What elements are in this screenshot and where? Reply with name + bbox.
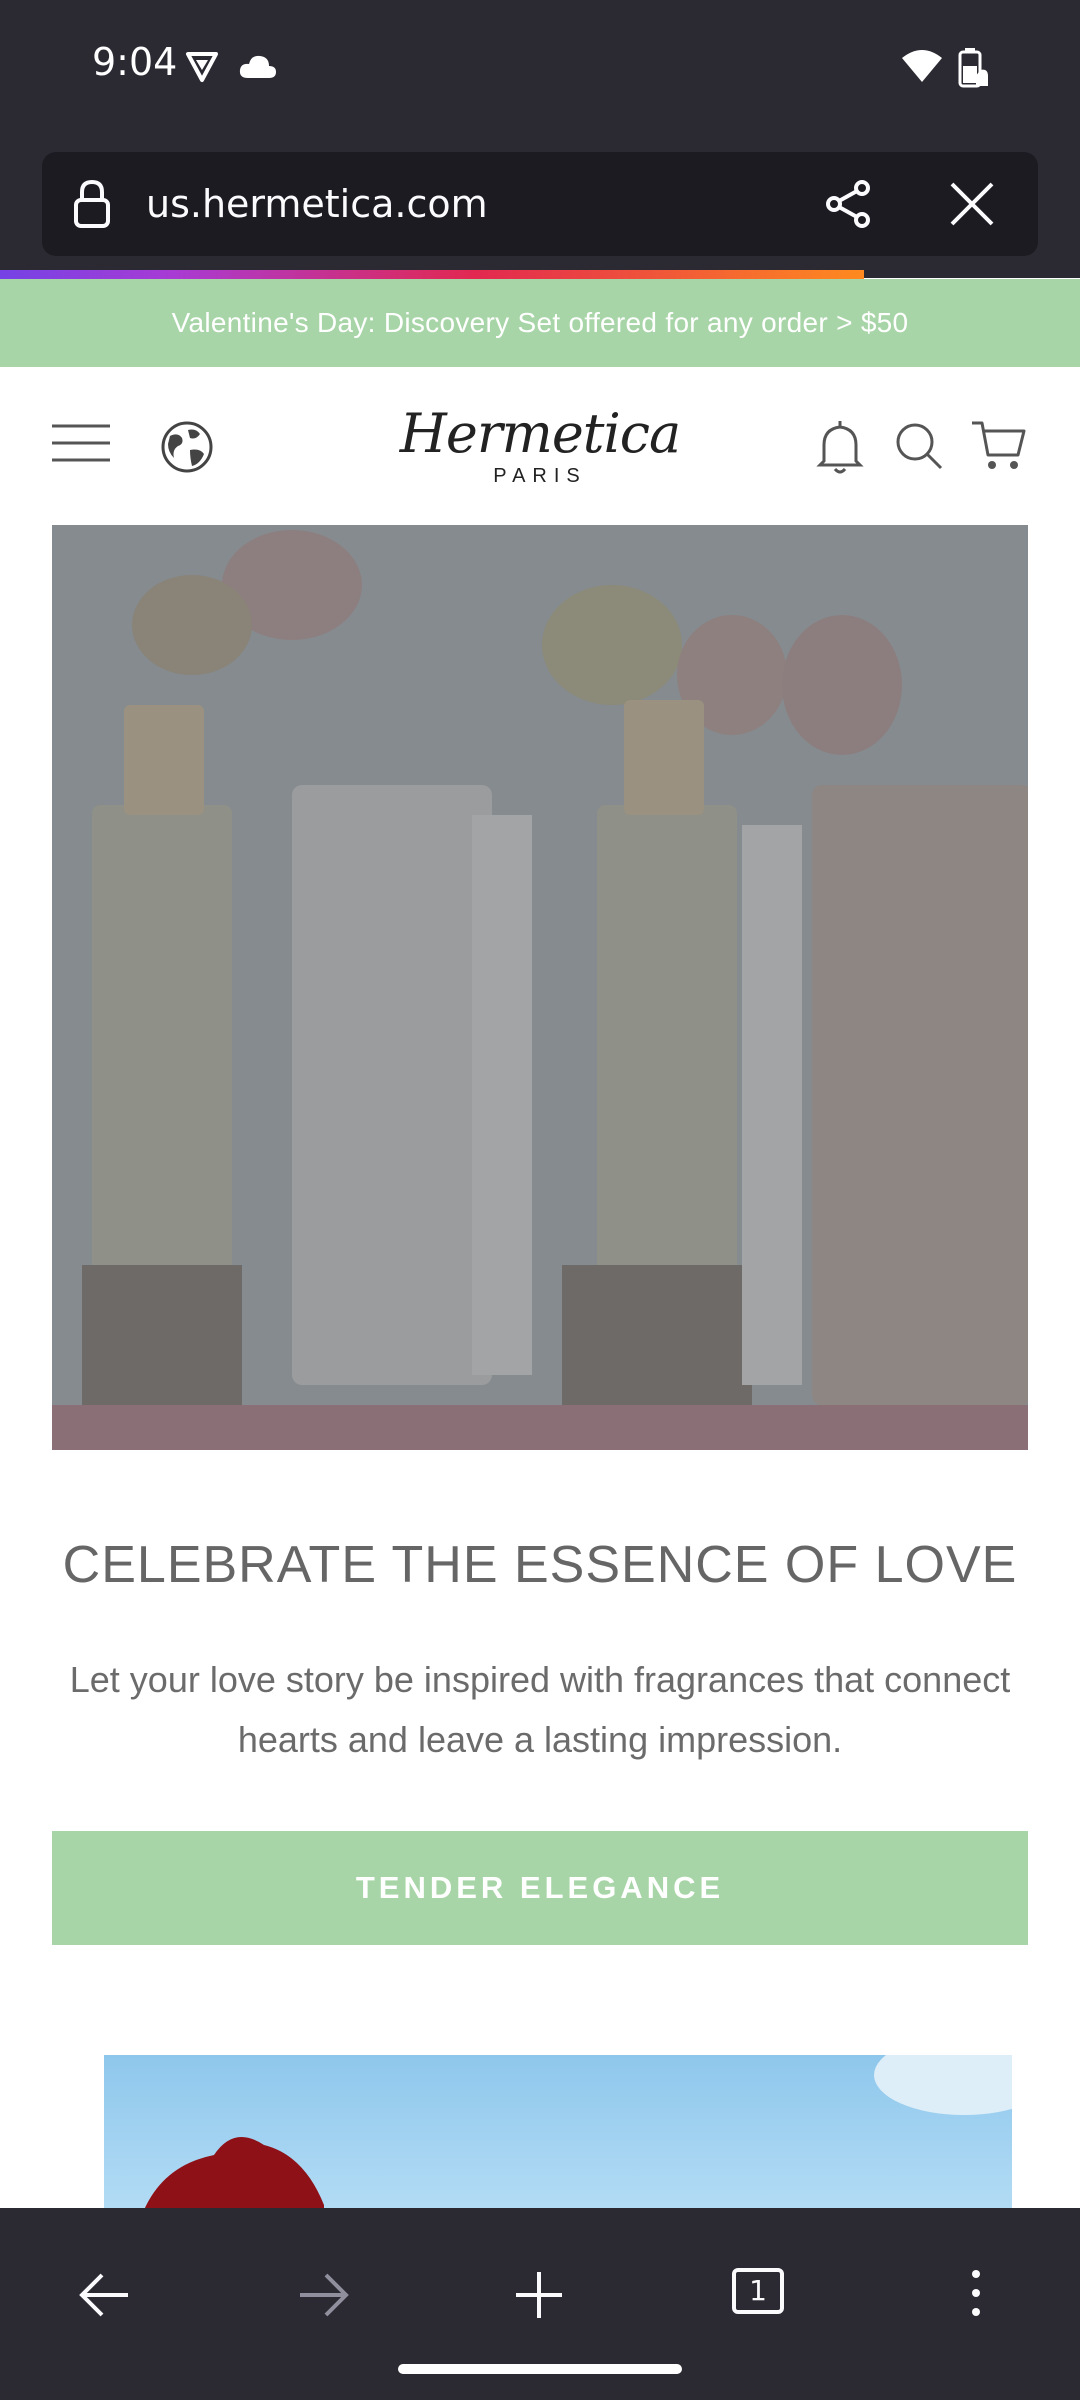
status-time: 9:04 [92, 40, 178, 84]
bell-icon[interactable] [816, 419, 864, 475]
share-icon[interactable] [822, 178, 874, 230]
hero-image[interactable] [52, 525, 1028, 1450]
page-load-progress [0, 270, 864, 279]
vpn-shield-icon [184, 48, 220, 84]
hero-product-photo [52, 525, 1028, 1450]
close-icon[interactable] [948, 180, 996, 228]
gesture-handle[interactable] [398, 2364, 682, 2374]
status-bar: 9:04 [0, 0, 1080, 140]
forward-icon[interactable] [296, 2272, 350, 2318]
url-bar[interactable]: us.hermetica.com [42, 152, 1038, 256]
browser-bottom-bar: 1 [0, 2208, 1080, 2400]
tender-elegance-button[interactable]: TENDER ELEGANCE [52, 1831, 1028, 1945]
promo-banner[interactable]: Valentine's Day: Discovery Set offered f… [0, 279, 1080, 367]
cart-icon[interactable] [970, 419, 1026, 473]
back-icon[interactable] [78, 2272, 132, 2318]
wifi-icon [900, 48, 944, 84]
more-menu-icon[interactable] [970, 2268, 982, 2318]
search-icon[interactable] [894, 421, 944, 471]
battery-icon [956, 46, 992, 88]
sky-rose-photo [144, 2055, 1012, 2210]
url-text[interactable]: us.hermetica.com [146, 182, 488, 226]
lock-icon[interactable] [72, 178, 112, 230]
tab-count: 1 [749, 2274, 767, 2307]
browser-toolbar: us.hermetica.com [0, 140, 1080, 278]
cloud-icon [238, 52, 278, 80]
site-header: Hermetica PARIS [0, 367, 1080, 525]
new-tab-icon[interactable] [514, 2270, 564, 2320]
hero-description: Let your love story be inspired with fra… [69, 1659, 1011, 1760]
hero-heading: CELEBRATE THE ESSENCE OF LOVE [62, 1536, 1018, 1594]
tabs-icon[interactable]: 1 [732, 2268, 784, 2314]
secondary-image[interactable] [104, 2055, 1012, 2210]
